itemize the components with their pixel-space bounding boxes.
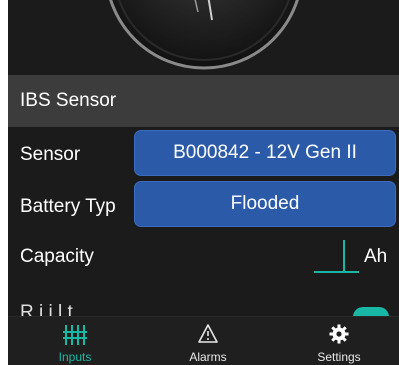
capacity-row: Capacity Ah — [8, 231, 399, 283]
sensor-select-button[interactable]: B000842 - 12V Gen II — [134, 130, 396, 176]
nav-settings[interactable]: Settings — [300, 317, 378, 365]
text-cursor-icon — [314, 240, 359, 273]
gauge-dial-icon — [109, 0, 299, 70]
warning-icon — [198, 324, 218, 343]
gauge-area — [8, 0, 399, 75]
nav-inputs[interactable]: Inputs — [38, 317, 112, 365]
gear-icon — [329, 324, 349, 344]
battery-type-label: Battery Typ — [20, 196, 116, 217]
sensor-label: Sensor — [20, 144, 81, 165]
nav-alarms[interactable]: Alarms — [173, 317, 243, 365]
sensor-value: B000842 - 12V Gen II — [173, 142, 357, 163]
capacity-unit: Ah — [364, 246, 388, 267]
battery-type-select-button[interactable]: Flooded — [134, 181, 396, 227]
battery-type-value: Flooded — [230, 193, 300, 214]
partial-row: R i i l t — [8, 286, 399, 327]
nav-alarms-label: Alarms — [189, 350, 227, 364]
section-title: IBS Sensor — [20, 90, 117, 111]
capacity-label: Capacity — [20, 246, 94, 267]
nav-inputs-label: Inputs — [58, 350, 92, 364]
ibs-sensor-header: IBS Sensor — [8, 75, 399, 127]
battery-type-row: Battery Typ Flooded — [8, 181, 399, 233]
capacity-input[interactable] — [314, 237, 359, 273]
nav-settings-label: Settings — [317, 350, 361, 364]
inputs-icon — [63, 325, 87, 345]
sensor-row: Sensor B000842 - 12V Gen II — [8, 129, 399, 181]
ibs-app-screen: IBS Sensor Sensor B000842 - 12V Gen II B… — [8, 0, 399, 365]
bottom-nav: Inputs Alarms Settings — [8, 316, 399, 365]
